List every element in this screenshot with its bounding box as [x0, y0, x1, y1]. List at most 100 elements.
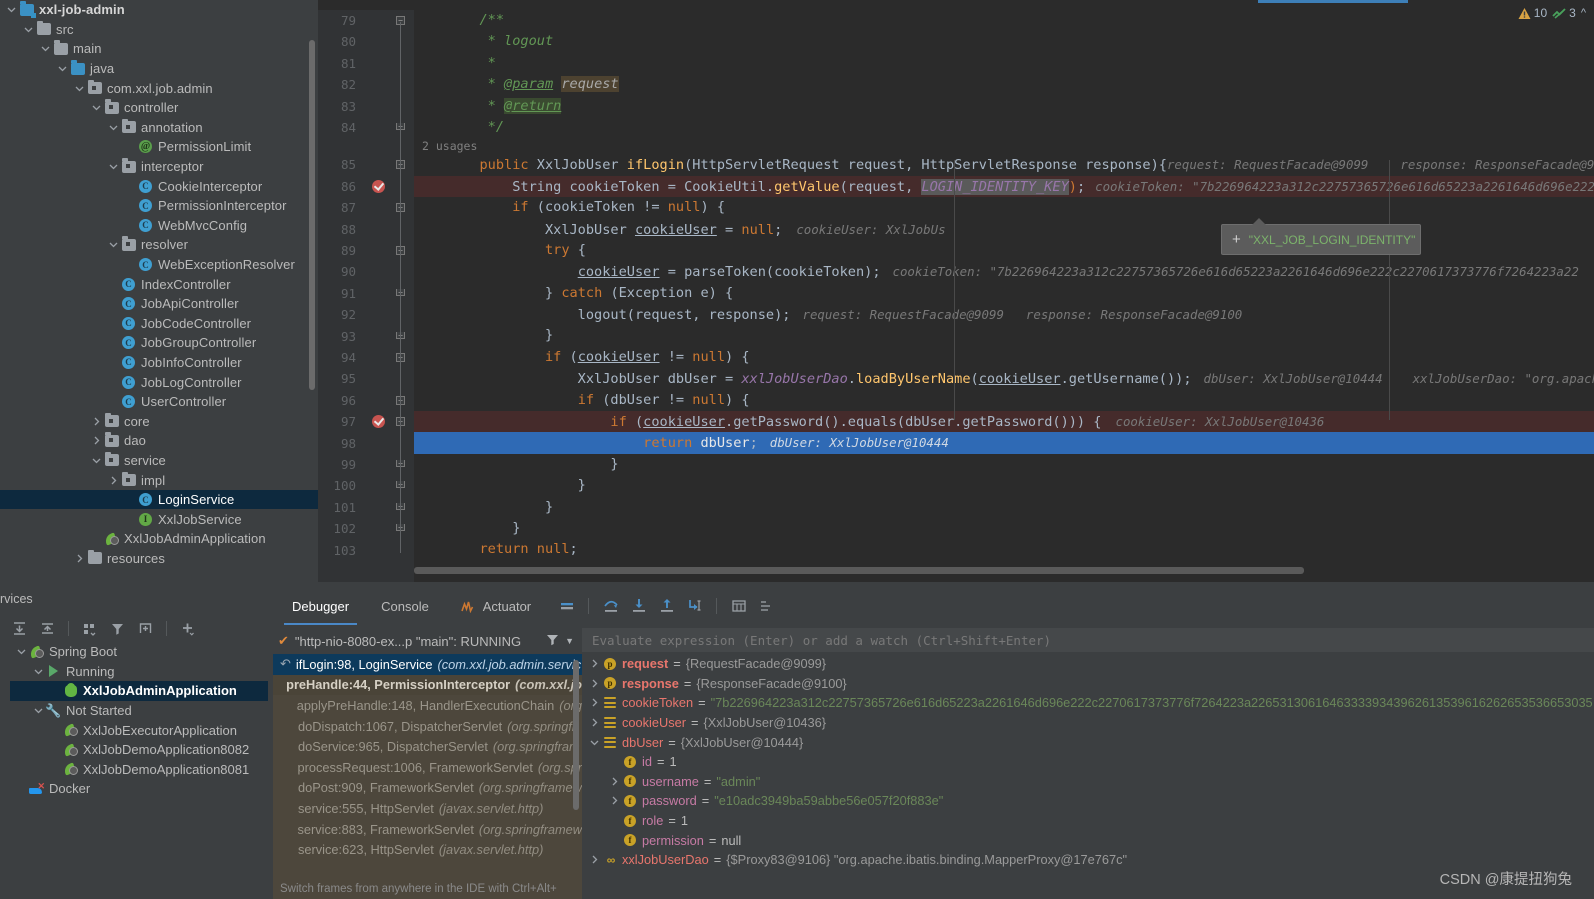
frames-scrollbar[interactable] [573, 660, 579, 810]
frames-list[interactable]: ↶ ifLogin:98, LoginService (com.xxl.job.ad… [273, 654, 582, 899]
editor-horizontal-scrollbar[interactable] [414, 567, 1304, 574]
collapse-all-icon[interactable] [38, 619, 57, 638]
evaluate-expression-input[interactable]: Evaluate expression (Enter) or add a wat… [582, 628, 1594, 652]
services-panel[interactable]: rvices Spring Boot Running XxlJobAdminAp… [0, 582, 268, 899]
editor-gutter[interactable]: 79−8081828384−85−8687−8889−9091−9293−94−… [318, 10, 414, 582]
variable-expand-right-icon[interactable] [606, 777, 622, 786]
debug-panel[interactable]: Debugger Console Actuator ✔ "http-nio-80… [268, 582, 1594, 899]
chevron-up-icon[interactable]: ^ [1581, 7, 1586, 19]
tree-expand-down-icon[interactable] [89, 456, 103, 465]
variable-expand-right-icon[interactable] [586, 679, 602, 688]
step-out-icon[interactable] [657, 597, 676, 616]
variable-expand-right-icon[interactable] [586, 659, 602, 668]
project-tree-item-loginservice[interactable]: C LoginService [0, 489, 318, 510]
tree-expand-down-icon[interactable] [106, 162, 120, 171]
project-tree-item-indexcontroller[interactable]: C IndexController [0, 274, 318, 294]
breakpoint-icon-line-97[interactable] [372, 415, 385, 429]
tab-debugger[interactable]: Debugger [276, 594, 365, 625]
project-tree-item-joblogcontroller[interactable]: C JobLogController [0, 372, 318, 392]
debug-tab-bar[interactable]: Debugger Console Actuator [268, 590, 1594, 625]
services-item-xxljobdemoapplication8081[interactable]: XxlJobDemoApplication8081 [10, 760, 268, 780]
tree-expand-down-icon[interactable] [106, 240, 120, 249]
project-tree-item-jobinfocontroller[interactable]: C JobInfoController [0, 353, 318, 373]
project-tree-item-xxljobadminapplication[interactable]: XxlJobAdminApplication [0, 529, 318, 549]
variable-row-role[interactable]: f role = 1 [582, 811, 1594, 831]
step-into-icon[interactable] [629, 597, 648, 616]
evaluate-expression-icon[interactable] [729, 597, 748, 616]
services-item-spring-boot[interactable]: Spring Boot [10, 642, 268, 662]
tab-actuator[interactable]: Actuator [445, 594, 547, 619]
project-tree-item-jobapicontroller[interactable]: C JobApiController [0, 294, 318, 314]
project-tree-item-interceptor[interactable]: interceptor [0, 157, 318, 177]
project-tree-item-xxljobservice[interactable]: I XxlJobService [0, 509, 318, 529]
plus-icon[interactable]: + [1232, 232, 1241, 247]
project-tree-item-com-xxl-job-admin[interactable]: com.xxl.job.admin [0, 78, 318, 98]
variable-expand-right-icon[interactable] [586, 698, 602, 707]
run-to-cursor-icon[interactable] [685, 597, 704, 616]
tree-expand-right-icon[interactable] [72, 554, 86, 563]
inlay-value-tooltip[interactable]: + "XXL_JOB_LOGIN_IDENTITY" [1221, 218, 1421, 255]
services-toolbar[interactable] [10, 614, 268, 642]
tree-expand-down-icon[interactable] [106, 123, 120, 132]
tree-expand-down-icon[interactable] [38, 44, 52, 53]
debug-toolbar[interactable] [557, 597, 776, 616]
project-tree-item-core[interactable]: core [0, 411, 318, 431]
project-tree-item-webmvcconfig[interactable]: C WebMvcConfig [0, 216, 318, 236]
services-expand-down-icon[interactable] [31, 667, 45, 676]
services-tree[interactable]: Spring Boot Running XxlJobAdminApplication… [10, 642, 268, 899]
filter-icon[interactable] [108, 619, 127, 638]
variable-expand-right-icon[interactable] [586, 855, 602, 864]
project-tree-item-java[interactable]: java [0, 59, 318, 79]
variable-expand-down-icon[interactable] [586, 738, 602, 747]
project-tree-item-webexceptionresolver[interactable]: C WebExceptionResolver [0, 255, 318, 275]
project-tree-item-xxl-job-admin[interactable]: xxl-job-admin [0, 0, 318, 20]
tree-expand-down-icon[interactable] [72, 84, 86, 93]
variable-row-password[interactable]: f password = "e10adc3949ba59abbe56e057f20f8… [582, 791, 1594, 811]
services-expand-down-icon[interactable] [31, 706, 45, 715]
services-item-xxljobdemoapplication8082[interactable]: XxlJobDemoApplication8082 [10, 740, 268, 760]
expand-all-icon[interactable] [10, 619, 29, 638]
services-item-xxljobadminapplication[interactable]: XxlJobAdminApplication [10, 681, 268, 701]
services-item-running[interactable]: Running [10, 662, 268, 682]
services-item-xxljobexecutorapplication[interactable]: XxlJobExecutorApplication [10, 720, 268, 740]
variable-row-username[interactable]: f username = "admin" [582, 772, 1594, 792]
add-to-favorites-icon[interactable] [136, 619, 155, 638]
services-item-not-started[interactable]: 🔧 Not Started [10, 701, 268, 721]
project-tree-item-permissionlimit[interactable]: @ PermissionLimit [0, 137, 318, 157]
variable-row-id[interactable]: f id = 1 [582, 752, 1594, 772]
project-tree-item-controller[interactable]: controller [0, 98, 318, 118]
weak-warning-count[interactable]: 3 [1552, 6, 1576, 20]
stack-frame-0[interactable]: ↶ ifLogin:98, LoginService (com.xxl.job.ad… [273, 654, 582, 675]
stack-frame-6[interactable]: doPost:909, FrameworkServlet (org.springf… [273, 778, 582, 799]
warning-count[interactable]: 10 [1518, 6, 1547, 20]
project-tree-panel[interactable]: xxl-job-admin src main java com.xxl.job.admi… [0, 0, 318, 582]
project-tree-item-jobgroupcontroller[interactable]: C JobGroupController [0, 333, 318, 353]
project-tree-item-dao[interactable]: dao [0, 431, 318, 451]
services-expand-down-icon[interactable] [14, 647, 28, 656]
tree-expand-down-icon[interactable] [4, 5, 18, 14]
project-tree-item-jobcodecontroller[interactable]: C JobCodeController [0, 314, 318, 334]
settings-view-icon[interactable] [757, 597, 776, 616]
stack-frame-3[interactable]: doDispatch:1067, DispatcherServlet (org.s… [273, 716, 582, 737]
usages-inlay[interactable]: 2 usages [414, 138, 1594, 154]
mute-breakpoints-icon[interactable] [557, 597, 576, 616]
add-service-icon[interactable] [178, 619, 197, 638]
code-content[interactable]: /** * logout * * @param request * @retur… [414, 10, 1594, 582]
variable-row-request[interactable]: p request = {RequestFacade@9099} [582, 654, 1594, 674]
thread-dropdown-chevron-down-icon[interactable]: ▼ [565, 636, 582, 646]
stack-frame-1[interactable]: preHandle:44, PermissionInterceptor (com.… [273, 674, 582, 696]
frames-column[interactable]: ✔ "http-nio-8080-ex...p "main": RUNNING … [268, 628, 582, 899]
project-tree-item-usercontroller[interactable]: C UserController [0, 392, 318, 412]
project-tree-item-src[interactable]: src [0, 20, 318, 40]
variable-row-permission[interactable]: f permission = null [582, 830, 1594, 850]
tree-expand-right-icon[interactable] [89, 436, 103, 445]
services-item-docker[interactable]: Docker [10, 779, 268, 799]
variable-expand-right-icon[interactable] [586, 718, 602, 727]
variable-expand-right-icon[interactable] [606, 796, 622, 805]
project-tree-item-main[interactable]: main [0, 39, 318, 59]
tree-expand-down-icon[interactable] [55, 64, 69, 73]
stack-frame-2[interactable]: applyPreHandle:148, HandlerExecutionChai… [273, 695, 582, 716]
variable-row-cookieToken[interactable]: cookieToken = "7b226964223a312c22757365726… [582, 693, 1594, 713]
thread-selector[interactable]: ✔ "http-nio-8080-ex...p "main": RUNNING … [273, 628, 582, 654]
project-tree-scrollbar[interactable] [309, 40, 315, 390]
